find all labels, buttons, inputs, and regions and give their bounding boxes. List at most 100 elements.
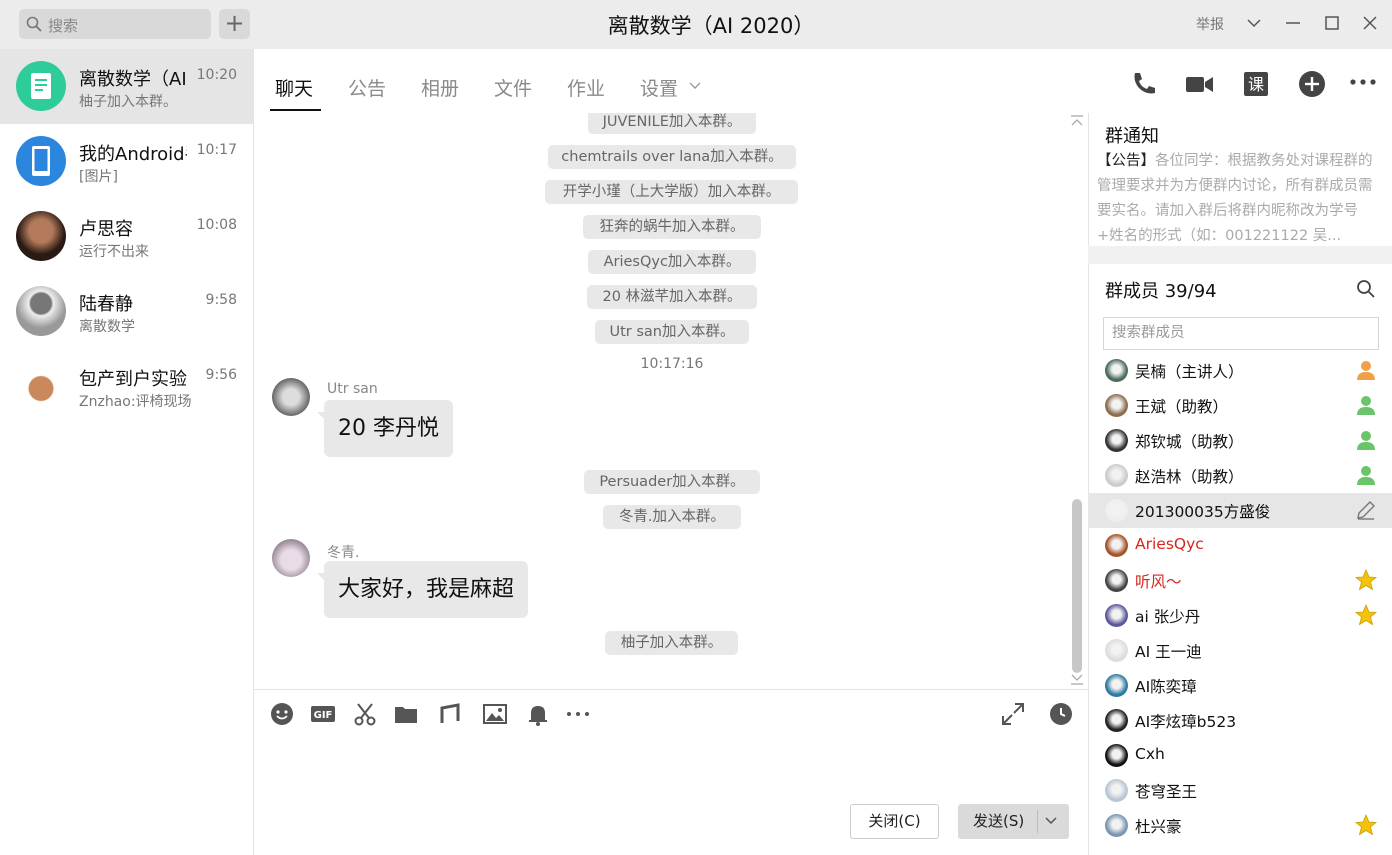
class-icon[interactable]: 课 [1240,68,1272,100]
message-bubble[interactable]: 20 李丹悦 [317,400,453,457]
message-sender: Utr san [327,381,378,397]
conversation-name: 我的Android手机 [79,144,187,165]
notice-title: 群通知 [1105,126,1159,147]
chevron-down-icon[interactable] [689,82,701,90]
divider [1037,810,1038,833]
emoji-icon[interactable] [269,701,295,727]
close-button[interactable]: 关闭(C) [850,804,939,839]
member-row[interactable]: 吴楠（主讲人） [1088,353,1392,388]
avatar[interactable] [272,539,310,577]
tab-announcement[interactable]: 公告 [348,74,386,101]
conversation-item[interactable]: 包产到户实验队 9:56 Znzhao:评椅现场 [0,349,253,424]
window-title: 离散数学（AI 2020） [607,14,815,38]
maximize-icon[interactable] [1321,12,1343,34]
message-timestamp: 10:17:16 [640,356,704,372]
avatar [16,286,66,336]
tab-files[interactable]: 文件 [494,74,532,101]
system-message: 20 林滋芊加入本群。 [587,285,757,309]
conversation-time: 9:56 [205,367,237,383]
collapse-up-icon[interactable] [1070,115,1084,127]
add-button[interactable]: + [219,9,250,39]
avatar[interactable] [272,378,310,416]
gif-icon[interactable]: GIF [310,701,336,727]
member-row[interactable]: AI 王一迪 [1088,633,1392,668]
system-message: 开学小瑾（上大学版）加入本群。 [545,180,798,204]
member-row[interactable]: AI陈奕璋 [1088,668,1392,703]
avatar [1105,429,1128,452]
avatar [1105,639,1128,662]
add-app-icon[interactable] [1296,68,1328,100]
send-button[interactable]: 发送(S) [958,804,1069,839]
notice-body[interactable]: 【公告】各位同学：根据教务处对课程群的管理要求并为方便群内讨论，所有群成员需要实… [1097,149,1377,245]
conversation-preview: [图片] [79,169,118,185]
minimize-icon[interactable] [1282,12,1304,34]
close-icon[interactable] [1359,12,1381,34]
avatar [1105,779,1128,802]
member-row[interactable]: 杜兴豪 [1088,808,1392,843]
folder-icon[interactable] [393,701,419,727]
svg-text:课: 课 [1248,75,1264,94]
tab-album[interactable]: 相册 [421,74,459,101]
admin-icon [1357,431,1375,450]
collapse-down-icon[interactable] [1070,673,1084,685]
member-row[interactable]: 听风～ [1088,563,1392,598]
member-row[interactable]: 201300035方盛俊 [1088,493,1392,528]
chevron-down-icon[interactable] [1243,12,1265,34]
conversation-item[interactable]: 陆春静 9:58 离散数学 [0,274,253,349]
search-icon[interactable] [1356,279,1376,299]
chat-history[interactable]: JUVENILE加入本群。 chemtrails over lana加入本群。 … [254,113,1088,689]
expand-icon[interactable] [1000,701,1026,727]
conversation-item[interactable]: 我的Android手机 10:17 [图片] [0,124,253,199]
search-box[interactable]: 搜索 [19,9,211,39]
more-icon[interactable] [565,701,591,727]
conversation-item[interactable]: 离散数学（AI 2020） 10:20 柚子加入本群。 [0,49,253,124]
member-name: 郑钦城（助教） [1135,433,1244,451]
tab-homework[interactable]: 作业 [567,74,605,101]
member-row[interactable]: 王斌（助教） [1088,388,1392,423]
music-icon[interactable] [437,701,463,727]
member-name: 苍穹圣王 [1135,783,1198,801]
tab-chat[interactable]: 聊天 [275,74,313,101]
system-message: 柚子加入本群。 [605,631,738,655]
member-name: 听风～ [1135,573,1182,591]
member-row[interactable]: 郑钦城（助教） [1088,423,1392,458]
phone-call-icon[interactable] [1128,68,1160,100]
admin-icon [1357,396,1375,415]
avatar [1105,464,1128,487]
report-button[interactable]: 举报 [1196,14,1224,34]
search-input[interactable]: 搜索 [48,15,78,36]
bell-icon[interactable] [525,701,551,727]
edit-icon[interactable] [1354,498,1378,522]
chevron-down-icon[interactable] [1044,816,1058,826]
conversation-item[interactable]: 卢思容 10:08 运行不出来 [0,199,253,274]
member-row[interactable]: AI李炫璋b523 [1088,703,1392,738]
history-clock-icon[interactable] [1048,701,1074,727]
member-row[interactable]: 苍穹圣王 [1088,773,1392,808]
member-name: AI李炫璋b523 [1135,713,1237,731]
conversation-name: 包产到户实验队 [79,369,187,390]
member-search-input[interactable]: 搜索群成员 [1103,317,1379,350]
conversation-list: 离散数学（AI 2020） 10:20 柚子加入本群。 我的Android手机 … [0,49,254,855]
member-row[interactable]: ai 张少丹 [1088,598,1392,633]
video-call-icon[interactable] [1183,68,1215,100]
member-row[interactable]: 赵浩林（助教） [1088,458,1392,493]
system-message: 冬青.加入本群。 [603,505,741,529]
conversation-time: 10:20 [196,67,237,83]
image-icon[interactable] [482,701,508,727]
member-name: Cxh [1135,745,1165,763]
group-doc-icon [16,61,66,111]
avatar [1105,814,1128,837]
chat-scrollbar[interactable] [1072,499,1082,673]
tab-settings[interactable]: 设置 [640,74,678,101]
message-bubble[interactable]: 大家好，我是麻超 [316,561,529,618]
system-message: AriesQyc加入本群。 [588,250,756,274]
owner-icon [1357,361,1375,380]
member-row[interactable]: Cxh [1088,738,1392,773]
system-message: chemtrails over lana加入本群。 [548,145,796,169]
member-row[interactable]: AriesQyc [1088,528,1392,563]
conversation-time: 10:17 [196,142,237,158]
system-message: JUVENILE加入本群。 [588,113,756,134]
scissors-icon[interactable] [352,701,378,727]
system-message: Persuader加入本群。 [584,470,760,494]
more-icon[interactable] [1347,68,1379,100]
